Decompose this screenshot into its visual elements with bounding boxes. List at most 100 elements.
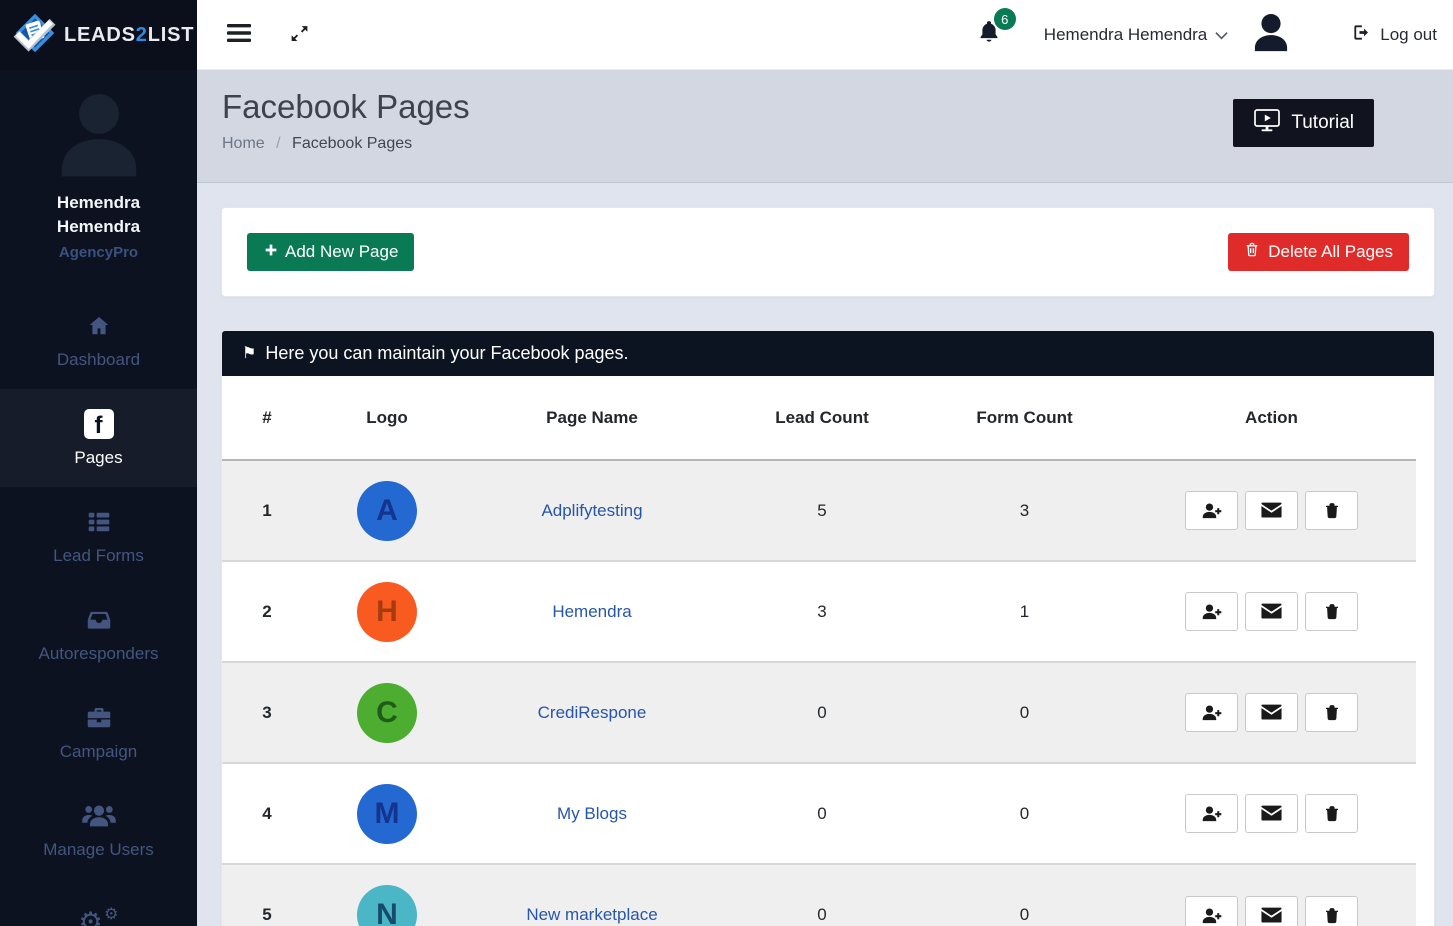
sidebar-item-autoresponders[interactable]: Autoresponders: [0, 585, 197, 683]
user-menu[interactable]: Hemendra Hemendra: [1044, 25, 1228, 45]
bell-icon: [976, 33, 1002, 50]
table-header-row: #LogoPage NameLead CountForm CountAction: [222, 376, 1416, 460]
delete-page-button[interactable]: [1305, 491, 1358, 530]
delete-page-button[interactable]: [1305, 896, 1358, 926]
column-header-lead-count: Lead Count: [722, 376, 922, 460]
form-count: 0: [922, 763, 1127, 864]
hamburger-icon: [227, 23, 251, 46]
email-button[interactable]: [1245, 693, 1298, 732]
page-name-link[interactable]: My Blogs: [557, 804, 627, 823]
profile-name: Hemendra Hemendra: [34, 191, 164, 239]
add-lead-icon: [1201, 906, 1223, 925]
sidebar-item-label: Campaign: [60, 742, 138, 762]
sidebar-item-campaign[interactable]: Campaign: [0, 683, 197, 781]
email-button[interactable]: [1245, 794, 1298, 833]
delete-page-button[interactable]: [1305, 794, 1358, 833]
page-name-link[interactable]: Adplifytesting: [541, 501, 642, 520]
page-name-link[interactable]: Hemendra: [552, 602, 631, 621]
add-lead-button[interactable]: [1185, 794, 1238, 833]
page-name-link[interactable]: CrediRespone: [538, 703, 647, 722]
facebook-icon: f: [84, 409, 114, 439]
column-header-form-count: Form Count: [922, 376, 1127, 460]
add-lead-icon: [1201, 602, 1223, 621]
form-count: 3: [922, 460, 1127, 561]
sidebar-item-lead-forms[interactable]: Lead Forms: [0, 487, 197, 585]
trash-icon: [1323, 804, 1341, 823]
flag-icon: ⚑: [242, 346, 256, 362]
plus-icon: [263, 242, 279, 263]
add-lead-button[interactable]: [1185, 491, 1238, 530]
page-name-link[interactable]: New marketplace: [526, 905, 657, 924]
table-row: 3CCrediRespone00: [222, 662, 1416, 763]
delete-page-button[interactable]: [1305, 592, 1358, 631]
breadcrumb-current: Facebook Pages: [292, 135, 412, 152]
add-lead-icon: [1201, 804, 1223, 823]
inbox-icon: [84, 605, 114, 635]
lead-count: 0: [722, 763, 922, 864]
expand-arrows-icon: [289, 23, 310, 47]
profile-plan-badge: AgencyPro: [59, 244, 138, 261]
delete-all-pages-button[interactable]: Delete All Pages: [1228, 233, 1409, 271]
add-lead-button[interactable]: [1185, 592, 1238, 631]
add-new-page-button[interactable]: Add New Page: [247, 233, 414, 271]
sidebar-item-label: Dashboard: [57, 350, 140, 370]
row-index: 1: [222, 460, 312, 561]
sidebar-item-pages[interactable]: f Pages: [0, 389, 197, 487]
sidebar-item-label: Lead Forms: [53, 546, 144, 566]
sidebar-item-label: Pages: [74, 448, 122, 468]
row-actions: [1127, 896, 1416, 926]
row-index: 5: [222, 864, 312, 926]
pages-table: #LogoPage NameLead CountForm CountAction…: [222, 376, 1416, 926]
sidebar-item-settings[interactable]: ⚙⚙⚙: [0, 879, 197, 926]
page-logo: N: [357, 885, 417, 926]
add-lead-button[interactable]: [1185, 693, 1238, 732]
profile-avatar: [47, 84, 151, 187]
app-logo[interactable]: LEADS2LIST: [0, 0, 197, 70]
email-button[interactable]: [1245, 592, 1298, 631]
envelope-icon: [1261, 907, 1282, 924]
fullscreen-button[interactable]: [289, 23, 310, 47]
page-logo: A: [357, 481, 417, 541]
envelope-icon: [1261, 502, 1282, 519]
row-actions: [1127, 693, 1416, 732]
column-header-logo: Logo: [312, 376, 462, 460]
sidebar-item-dashboard[interactable]: Dashboard: [0, 291, 197, 389]
navbar-avatar[interactable]: [1248, 9, 1294, 60]
column-header-number: #: [222, 376, 312, 460]
table-row: 1A Adplifytesting 53: [222, 460, 1416, 561]
row-index: 3: [222, 662, 312, 763]
envelope-icon: [1261, 805, 1282, 822]
delete-page-button[interactable]: [1305, 693, 1358, 732]
notifications-button[interactable]: 6: [976, 18, 1002, 51]
sidebar-item-manage-users[interactable]: Manage Users: [0, 781, 197, 879]
lead-count: 0: [722, 864, 922, 926]
row-actions: [1127, 794, 1416, 833]
page-logo: H: [357, 582, 417, 642]
info-bar-text: Here you can maintain your Facebook page…: [265, 343, 628, 364]
table-row: 2HHemendra31: [222, 561, 1416, 662]
sidebar-item-label: Manage Users: [43, 840, 154, 860]
email-button[interactable]: [1245, 896, 1298, 926]
envelope-icon: [1261, 704, 1282, 721]
logout-label: Log out: [1380, 25, 1437, 45]
tutorial-button[interactable]: Tutorial: [1233, 99, 1374, 147]
breadcrumb-home-link[interactable]: Home: [222, 135, 265, 152]
breadcrumb-separator: /: [276, 135, 280, 152]
email-button[interactable]: [1245, 491, 1298, 530]
logout-button[interactable]: Log out: [1352, 23, 1437, 47]
brand-logo-icon: [13, 11, 57, 60]
pages-table-card: ⚑ Here you can maintain your Facebook pa…: [221, 330, 1435, 926]
page-header: Facebook Pages Home / Facebook Pages Tut…: [197, 70, 1453, 183]
table-row: 5NNew marketplace00: [222, 864, 1416, 926]
brand-name: LEADS2LIST: [64, 24, 194, 47]
form-count: 1: [922, 561, 1127, 662]
briefcase-icon: [84, 703, 114, 733]
row-actions: [1127, 592, 1416, 631]
add-lead-icon: [1201, 703, 1223, 722]
lead-count: 5: [722, 460, 922, 561]
add-lead-button[interactable]: [1185, 896, 1238, 926]
sidebar-toggle-button[interactable]: [227, 23, 251, 46]
trash-icon: [1323, 906, 1341, 925]
home-icon: [86, 311, 112, 341]
main-content: Add New Page Delete All Pages ⚑ Here you…: [197, 183, 1453, 926]
